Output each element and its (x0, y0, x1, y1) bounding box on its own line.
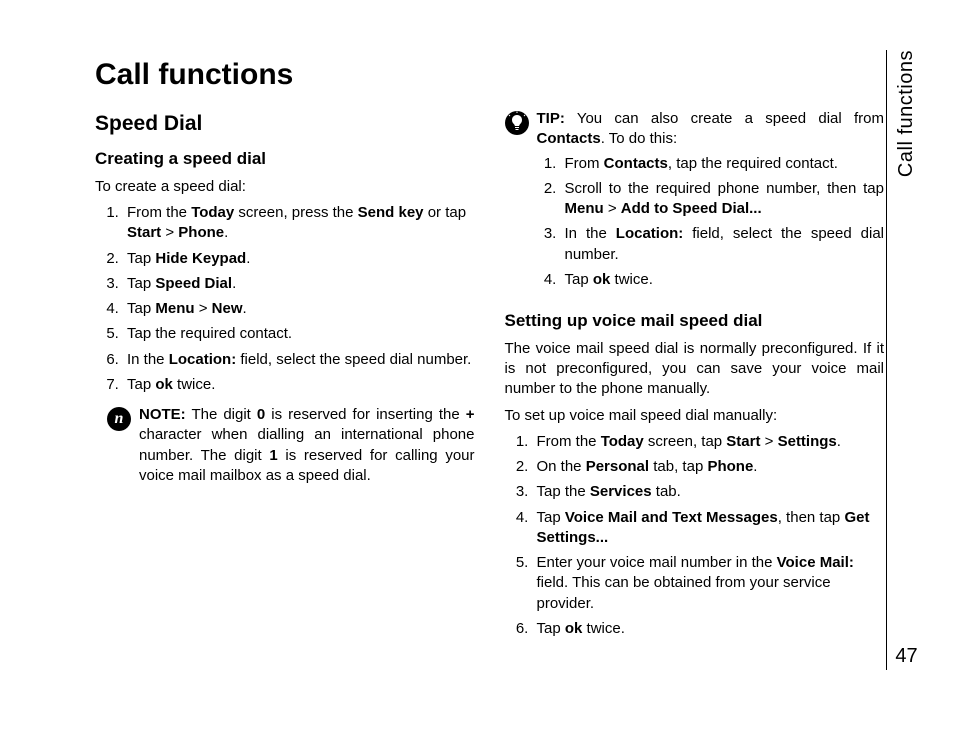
section-heading: Speed Dial (95, 110, 475, 138)
note-body: NOTE: The digit 0 is reserved for insert… (139, 405, 475, 486)
intro-text: To create a speed dial: (95, 177, 475, 197)
left-column: Call functions Speed Dial Creating a spe… (95, 55, 475, 675)
page-number: 47 (895, 643, 917, 670)
list-item: Tap ok twice. (533, 619, 885, 639)
list-item: In the Location: field, select the speed… (561, 224, 885, 265)
lightbulb-icon (505, 111, 529, 135)
list-item: On the Personal tab, tap Phone. (533, 457, 885, 477)
list-item: Tap Hide Keypad. (123, 249, 475, 269)
steps-list: From the Today screen, press the Send ke… (95, 203, 475, 395)
list-item: Tap the Services tab. (533, 482, 885, 502)
intro-text: To set up voice mail speed dial manually… (505, 406, 885, 426)
list-item: From Contacts, tap the required contact. (561, 154, 885, 174)
side-label: Call functions 47 (886, 50, 920, 670)
page-content: Call functions Speed Dial Creating a spe… (95, 55, 884, 675)
tip-steps: From Contacts, tap the required contact.… (537, 154, 885, 291)
list-item: Scroll to the required phone number, the… (561, 179, 885, 220)
list-item: From the Today screen, press the Send ke… (123, 203, 475, 244)
side-chapter-text: Call functions (893, 50, 920, 177)
subsection-heading: Setting up voice mail speed dial (505, 310, 885, 333)
tip-body: TIP: You can also create a speed dial fr… (537, 109, 885, 300)
list-item: Tap Menu > New. (123, 299, 475, 319)
note-callout: n NOTE: The digit 0 is reserved for inse… (95, 405, 475, 486)
tip-callout: TIP: You can also create a speed dial fr… (505, 109, 885, 300)
list-item: Tap Speed Dial. (123, 274, 475, 294)
list-item: Enter your voice mail number in the Voic… (533, 553, 885, 614)
list-item: Tap ok twice. (123, 375, 475, 395)
subsection-heading: Creating a speed dial (95, 148, 475, 171)
list-item: In the Location: field, select the speed… (123, 350, 475, 370)
page-title: Call functions (95, 55, 475, 96)
list-item: Tap ok twice. (561, 270, 885, 290)
list-item: Tap the required contact. (123, 324, 475, 344)
list-item: From the Today screen, tap Start > Setti… (533, 432, 885, 452)
paragraph: The voice mail speed dial is normally pr… (505, 339, 885, 400)
right-column: TIP: You can also create a speed dial fr… (505, 55, 885, 675)
list-item: Tap Voice Mail and Text Messages, then t… (533, 508, 885, 549)
note-icon: n (107, 407, 131, 431)
steps-list: From the Today screen, tap Start > Setti… (505, 432, 885, 639)
